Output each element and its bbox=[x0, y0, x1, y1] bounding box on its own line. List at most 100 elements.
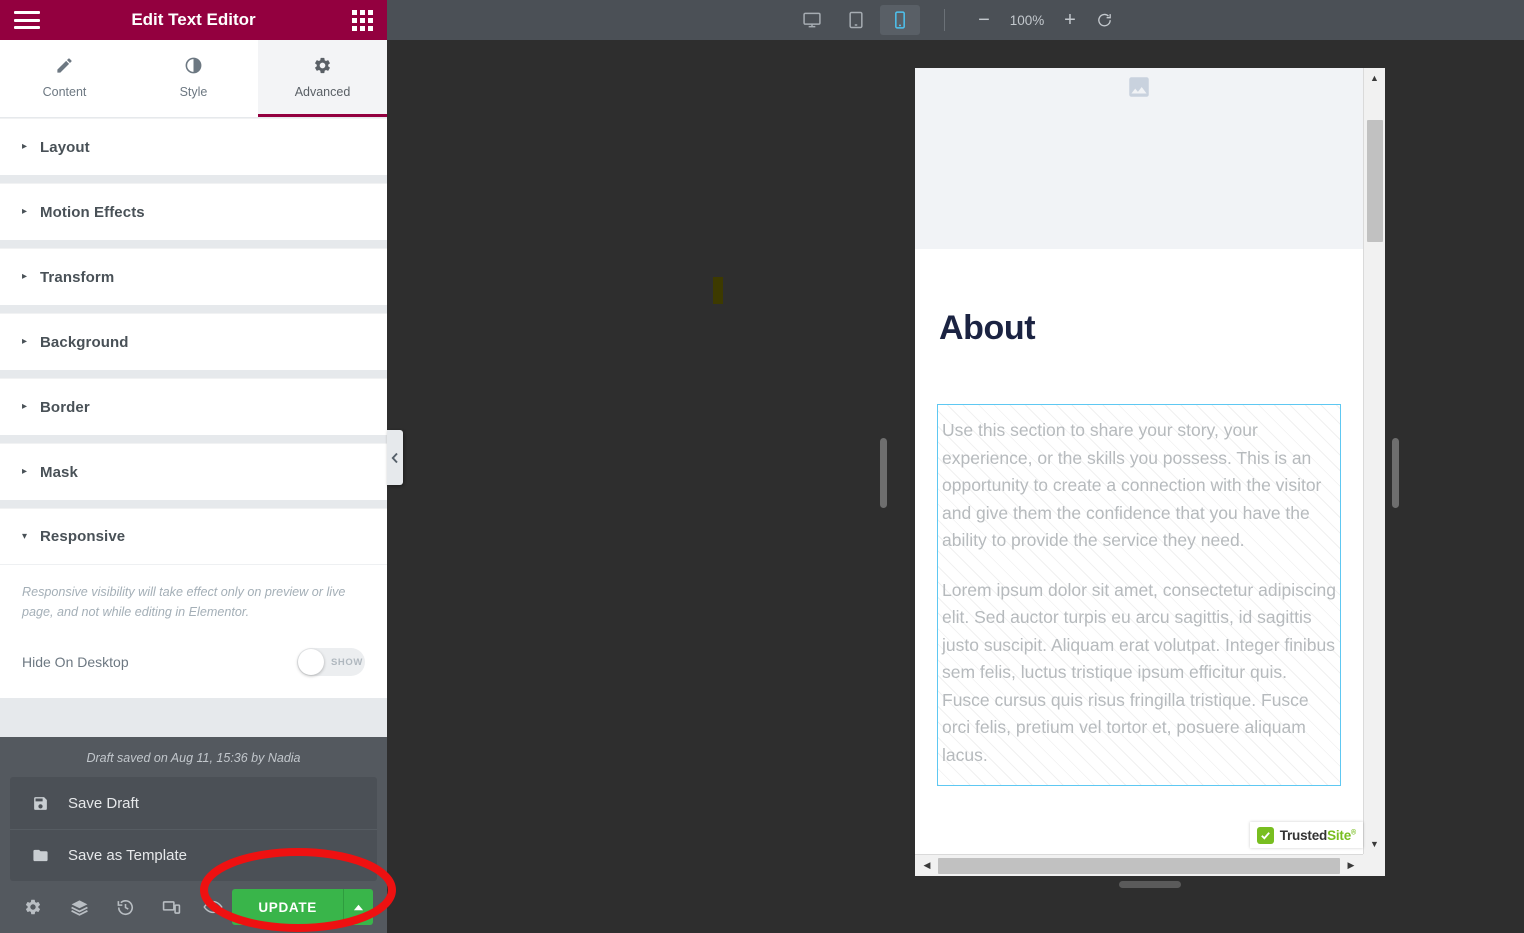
section-background[interactable]: ▸ Background bbox=[0, 313, 387, 370]
section-transform-label: Transform bbox=[40, 268, 115, 286]
triangle-up-icon[interactable]: ▲ bbox=[1364, 68, 1385, 88]
hide-on-desktop-toggle[interactable]: SHOW bbox=[297, 648, 365, 677]
save-draft-label: Save Draft bbox=[68, 794, 139, 812]
history-button[interactable] bbox=[102, 885, 148, 929]
chevron-right-icon: ▸ bbox=[22, 141, 28, 152]
editor-panel: Edit Text Editor Content Style Advanced … bbox=[0, 0, 387, 933]
chevron-right-icon: ▸ bbox=[22, 466, 28, 477]
tab-advanced[interactable]: Advanced bbox=[258, 40, 387, 117]
editor-canvas: About Use this section to share your sto… bbox=[387, 40, 1524, 933]
zoom-in-button[interactable]: + bbox=[1053, 5, 1087, 35]
trustedsite-badge[interactable]: TrustedSite® bbox=[1249, 822, 1363, 848]
hero-image-placeholder bbox=[915, 68, 1363, 249]
device-tablet-button[interactable] bbox=[836, 5, 876, 35]
section-layout[interactable]: ▸ Layout bbox=[0, 118, 387, 175]
hamburger-icon[interactable] bbox=[14, 11, 40, 29]
navigator-button[interactable] bbox=[56, 885, 102, 929]
panel-collapse-handle[interactable] bbox=[387, 430, 403, 485]
save-draft-button[interactable]: Save Draft bbox=[10, 777, 377, 829]
section-mask[interactable]: ▸ Mask bbox=[0, 443, 387, 500]
tab-content-label: Content bbox=[42, 84, 87, 99]
toggle-knob bbox=[298, 649, 324, 676]
responsive-section-body: Responsive visibility will take effect o… bbox=[0, 565, 387, 699]
elementor-editor: Edit Text Editor Content Style Advanced … bbox=[0, 0, 1524, 933]
panel-tabs: Content Style Advanced bbox=[0, 40, 387, 118]
paragraph-2: Lorem ipsum dolor sit amet, consectetur … bbox=[942, 579, 1336, 765]
section-responsive[interactable]: ▾ Responsive bbox=[0, 508, 387, 565]
zoom-reset-button[interactable] bbox=[1087, 5, 1121, 35]
device-desktop-button[interactable] bbox=[792, 5, 832, 35]
chevron-right-icon: ▸ bbox=[22, 336, 28, 347]
triangle-right-icon[interactable]: ▶ bbox=[1342, 860, 1360, 871]
section-transform[interactable]: ▸ Transform bbox=[0, 248, 387, 305]
save-options-group: Save Draft Save as Template bbox=[10, 777, 377, 881]
canvas-marker bbox=[713, 277, 723, 304]
zoom-out-button[interactable]: − bbox=[967, 5, 1001, 35]
responsive-hint-text: Responsive visibility will take effect o… bbox=[22, 585, 346, 619]
update-options-caret[interactable] bbox=[343, 889, 374, 925]
panel-title: Edit Text Editor bbox=[131, 10, 256, 29]
zoom-level-label: 100% bbox=[1009, 12, 1045, 28]
panel-sections: ▸ Layout ▸ Motion Effects ▸ Transform ▸ … bbox=[0, 118, 387, 737]
hide-on-desktop-label: Hide On Desktop bbox=[22, 654, 129, 671]
preview-eye-icon[interactable] bbox=[194, 897, 232, 917]
toolbar-divider bbox=[944, 9, 945, 31]
panel-bottom-bar: UPDATE bbox=[0, 881, 387, 933]
image-placeholder-icon bbox=[1126, 74, 1152, 105]
chevron-right-icon: ▸ bbox=[22, 206, 28, 217]
section-layout-label: Layout bbox=[40, 138, 90, 156]
preview-page-content: About Use this section to share your sto… bbox=[915, 68, 1363, 854]
panel-footer: Draft saved on Aug 11, 15:36 by Nadia Sa… bbox=[0, 737, 387, 933]
horizontal-scrollbar-thumb[interactable] bbox=[938, 857, 1340, 874]
section-motion-effects-label: Motion Effects bbox=[40, 203, 145, 221]
contrast-circle-icon bbox=[184, 56, 203, 76]
pencil-icon bbox=[55, 56, 74, 76]
tab-style[interactable]: Style bbox=[129, 40, 258, 117]
scrollbar-corner bbox=[1363, 854, 1385, 876]
device-height-drag-handle[interactable] bbox=[1119, 881, 1181, 888]
section-responsive-label: Responsive bbox=[40, 528, 126, 545]
device-preview-frame: About Use this section to share your sto… bbox=[915, 68, 1385, 876]
triangle-down-icon[interactable]: ▼ bbox=[1364, 834, 1385, 854]
vertical-scrollbar-thumb[interactable] bbox=[1367, 120, 1383, 242]
page-title: About bbox=[939, 309, 1036, 347]
folder-icon bbox=[32, 847, 50, 864]
device-mobile-button[interactable] bbox=[880, 5, 920, 35]
save-as-template-label: Save as Template bbox=[68, 847, 187, 864]
tab-advanced-label: Advanced bbox=[294, 84, 351, 99]
canvas-resize-handle-left[interactable] bbox=[880, 438, 887, 508]
gear-icon bbox=[313, 56, 332, 76]
section-border-label: Border bbox=[40, 398, 90, 416]
panel-header: Edit Text Editor bbox=[0, 0, 387, 40]
update-controls: UPDATE bbox=[194, 889, 374, 925]
tab-content[interactable]: Content bbox=[0, 40, 129, 117]
apps-grid-icon[interactable] bbox=[352, 9, 373, 31]
canvas-topbar: − 100% + bbox=[387, 0, 1524, 40]
hide-on-desktop-control: Hide On Desktop SHOW bbox=[22, 648, 365, 677]
trustedsite-part-a: Trusted bbox=[1279, 827, 1328, 843]
triangle-left-icon[interactable]: ◀ bbox=[918, 860, 936, 871]
save-as-template-button[interactable]: Save as Template bbox=[10, 829, 377, 881]
draft-saved-note: Draft saved on Aug 11, 15:36 by Nadia bbox=[86, 751, 301, 765]
section-mask-label: Mask bbox=[40, 463, 78, 481]
toggle-state-label: SHOW bbox=[331, 656, 363, 668]
preview-vertical-scrollbar[interactable]: ▲ ▼ bbox=[1363, 68, 1385, 854]
section-background-label: Background bbox=[40, 333, 129, 351]
chevron-right-icon: ▸ bbox=[22, 401, 28, 412]
floppy-disk-icon bbox=[32, 795, 50, 812]
registered-mark: ® bbox=[1351, 829, 1356, 836]
settings-button[interactable] bbox=[10, 885, 56, 929]
text-editor-widget-selected[interactable]: Use this section to share your story, yo… bbox=[937, 404, 1341, 786]
responsive-mode-button[interactable] bbox=[148, 885, 194, 929]
update-button[interactable]: UPDATE bbox=[232, 889, 344, 925]
chevron-right-icon: ▸ bbox=[22, 271, 28, 282]
chevron-down-icon: ▾ bbox=[22, 530, 28, 542]
tab-style-label: Style bbox=[179, 84, 208, 99]
canvas-resize-handle-right[interactable] bbox=[1392, 438, 1399, 508]
section-border[interactable]: ▸ Border bbox=[0, 378, 387, 435]
trustedsite-part-b: Site bbox=[1327, 827, 1352, 843]
check-icon bbox=[1256, 826, 1274, 844]
preview-horizontal-scrollbar[interactable]: ◀ ▶ bbox=[915, 854, 1363, 876]
section-motion-effects[interactable]: ▸ Motion Effects bbox=[0, 183, 387, 240]
trustedsite-label: TrustedSite® bbox=[1279, 827, 1357, 843]
